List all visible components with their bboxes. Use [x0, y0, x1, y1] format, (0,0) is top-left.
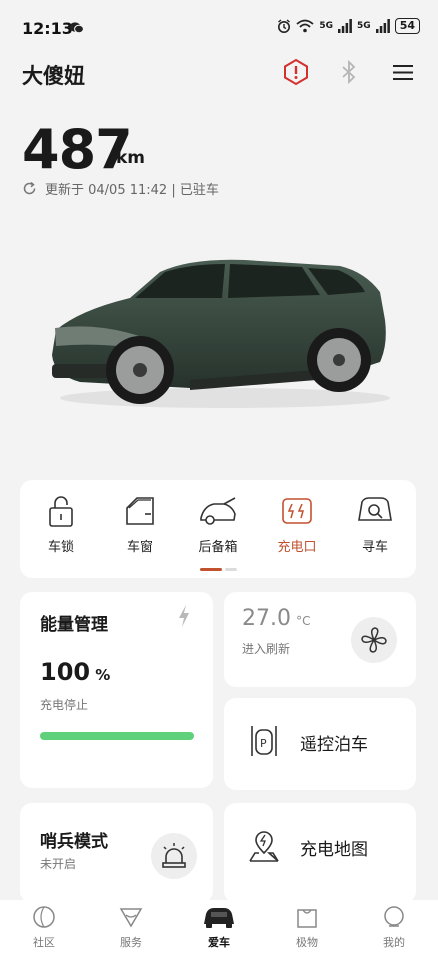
svg-text:P: P	[260, 737, 267, 750]
energy-status: 充电停止	[40, 698, 89, 712]
window-icon	[126, 497, 154, 525]
status-bar: 12:13 5G 5G 54	[0, 0, 438, 56]
signal-icon-2	[375, 19, 390, 33]
nav-community[interactable]: 社区	[4, 904, 84, 950]
signal-icon-1	[338, 19, 352, 33]
vehicle-name: 大傻妞	[22, 64, 85, 88]
quick-lock-label: 车锁	[47, 540, 74, 555]
car-image	[52, 259, 390, 408]
nav-profile-label: 我的	[383, 936, 405, 949]
temperature-unit: °C	[296, 614, 311, 628]
charge-map-card[interactable]: 充电地图	[224, 803, 416, 903]
nav-service-label: 服务	[120, 936, 142, 949]
nav-service[interactable]: 服务	[91, 904, 171, 950]
trunk-icon	[200, 497, 236, 525]
sentry-toggle-button[interactable]	[151, 833, 197, 879]
page-indicator-active	[200, 568, 222, 571]
charge-map-icon	[249, 831, 279, 862]
quick-controls-card: 车锁 车窗 后备箱 充电口 寻车	[20, 480, 416, 578]
energy-level: 100 %	[40, 658, 110, 686]
network-label-1: 5G	[319, 21, 334, 31]
menu-icon[interactable]	[389, 58, 417, 86]
energy-card[interactable]: 能量管理 100 % 充电停止	[20, 592, 213, 788]
community-icon	[33, 906, 55, 928]
temperature-reading: 27.0 °C	[242, 606, 310, 631]
profile-icon	[384, 906, 404, 927]
charge-port-icon	[282, 498, 312, 524]
shop-bag-icon	[297, 909, 317, 928]
energy-title: 能量管理	[40, 615, 108, 635]
fan-button[interactable]	[351, 617, 397, 663]
quick-lock[interactable]: 车锁	[26, 494, 96, 555]
bluetooth-icon[interactable]	[335, 58, 363, 86]
battery-indicator: 54	[394, 18, 420, 34]
energy-bar-track	[40, 732, 194, 740]
nav-shop-label: 极物	[296, 936, 318, 949]
nav-my-car[interactable]: 爱车	[179, 904, 259, 950]
network-label-2: 5G	[357, 21, 371, 31]
nav-my-car-label: 爱车	[208, 936, 230, 949]
bottom-nav: 社区 服务 爱车 极物 我的	[0, 900, 438, 960]
refresh-icon[interactable]	[22, 181, 37, 196]
remote-parking-label: 遥控泊车	[300, 735, 368, 755]
wifi-icon	[296, 19, 314, 33]
temperature-card[interactable]: 27.0 °C 进入刷新	[224, 592, 416, 687]
lightning-icon	[179, 605, 189, 627]
nav-shop[interactable]: 极物	[267, 904, 347, 950]
wechat-icon	[69, 22, 84, 34]
sentry-status: 未开启	[40, 857, 77, 871]
quick-window[interactable]: 车窗	[105, 494, 175, 555]
energy-level-unit: %	[95, 666, 111, 684]
temperature-value: 27.0	[242, 606, 291, 631]
alert-icon[interactable]	[282, 58, 310, 86]
status-time: 12:13	[22, 19, 73, 38]
sentry-card[interactable]: 哨兵模式 未开启	[20, 803, 213, 903]
quick-charge-port[interactable]: 充电口	[262, 494, 332, 555]
nav-community-label: 社区	[33, 936, 55, 949]
lock-icon	[49, 496, 73, 527]
status-right-group: 5G 5G 54	[277, 18, 420, 34]
temperature-hint: 进入刷新	[242, 642, 291, 656]
quick-find-car-label: 寻车	[361, 540, 388, 555]
remote-parking-card[interactable]: P 遥控泊车	[224, 698, 416, 790]
parking-icon: P	[251, 726, 277, 756]
quick-trunk-label: 后备箱	[198, 540, 238, 555]
page-indicator-inactive	[225, 568, 237, 571]
range-unit: km	[116, 148, 146, 168]
my-car-icon	[204, 908, 234, 928]
header: 大傻妞	[0, 56, 438, 90]
fan-icon	[361, 627, 387, 653]
energy-bar-fill	[40, 732, 194, 740]
update-status[interactable]: 更新于 04/05 11:42 | 已驻车	[22, 179, 219, 198]
service-icon	[119, 908, 143, 928]
quick-trunk[interactable]: 后备箱	[183, 494, 253, 555]
charge-map-label: 充电地图	[300, 840, 368, 860]
find-car-icon	[358, 497, 392, 521]
sentry-title: 哨兵模式	[40, 832, 108, 852]
quick-find-car[interactable]: 寻车	[340, 494, 410, 555]
siren-icon	[162, 843, 186, 868]
alarm-icon	[278, 18, 291, 33]
energy-level-value: 100	[40, 658, 91, 686]
update-text: 更新于 04/05 11:42 | 已驻车	[45, 183, 219, 198]
quick-window-label: 车窗	[126, 540, 153, 555]
nav-profile[interactable]: 我的	[354, 904, 434, 950]
quick-charge-port-label: 充电口	[277, 540, 317, 555]
